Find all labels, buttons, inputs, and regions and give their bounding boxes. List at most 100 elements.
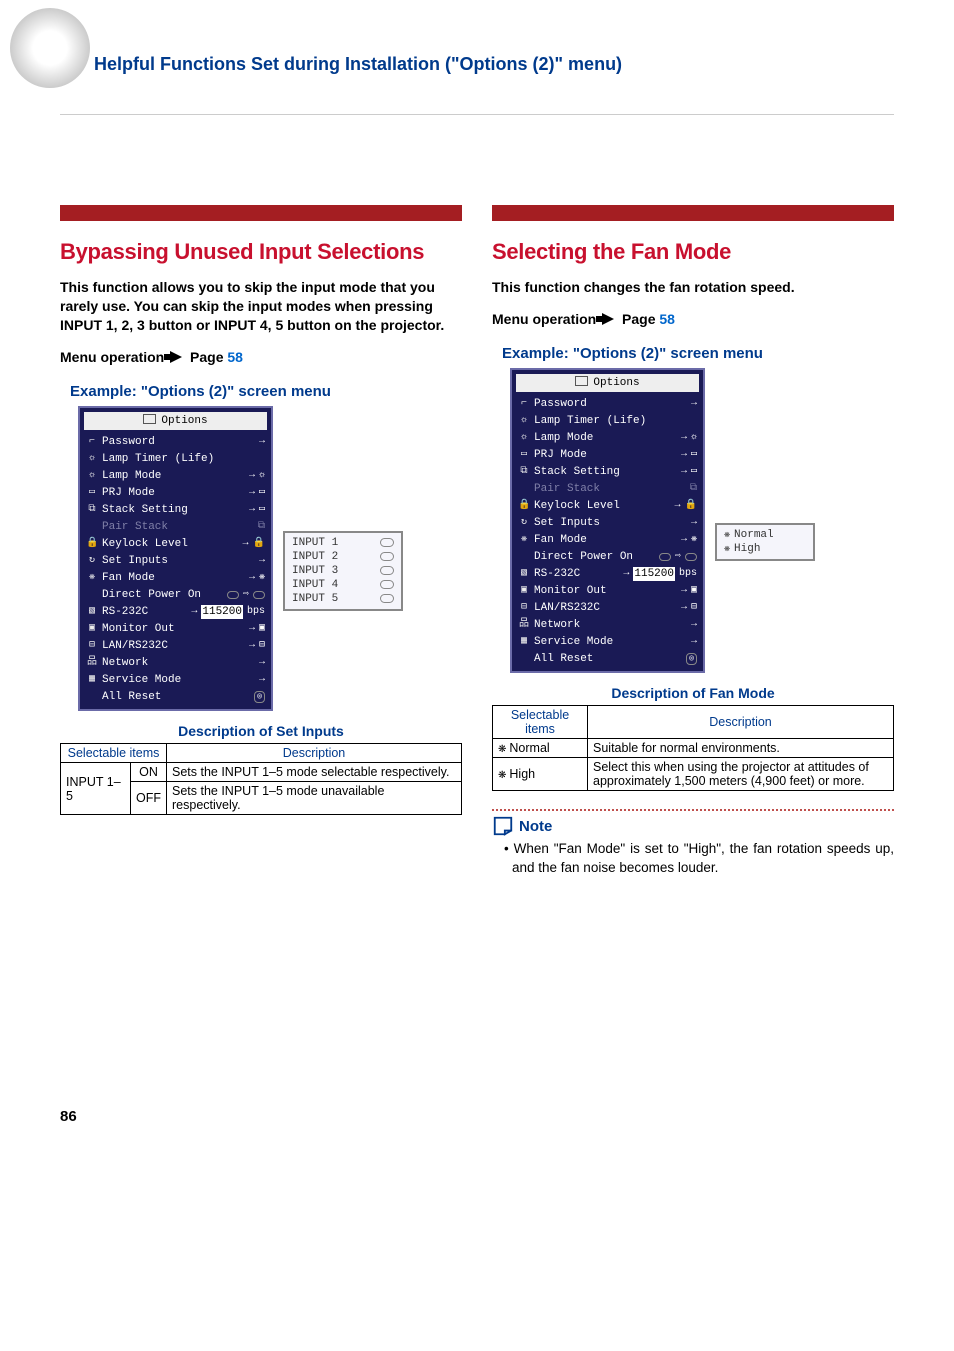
pill-icon	[227, 591, 239, 599]
osd-item-label: Lamp Timer (Life)	[102, 452, 265, 466]
osd-item-icon: ▦	[518, 635, 530, 648]
osd-extra-icon: ⊟	[691, 601, 697, 614]
osd-item-icon: ▭	[518, 448, 530, 461]
popup-item-label: Normal	[734, 529, 774, 541]
pill-icon	[253, 591, 265, 599]
osd-item: ⧉Stack Setting→▭	[84, 501, 267, 518]
fan-icon: ❋	[724, 529, 730, 541]
osd-item-label: Keylock Level	[534, 499, 671, 513]
osd-item-label: PRJ Mode	[102, 486, 245, 500]
osd-item-icon: ▣	[86, 622, 98, 635]
arrow-icon: →	[681, 465, 687, 478]
direction-icon: ⇨	[243, 588, 249, 601]
menu-operation-line: Menu operation Page 58	[492, 311, 894, 327]
pill-icon	[380, 594, 394, 603]
arrow-icon: →	[681, 584, 687, 597]
arrow-icon: →	[249, 469, 255, 482]
osd-item: ☼Lamp Mode→☼	[84, 467, 267, 484]
osd-item-label: Fan Mode	[102, 571, 245, 585]
osd-item-label: Fan Mode	[534, 533, 677, 547]
osd-item-label: Set Inputs	[102, 554, 255, 568]
osd-item: ▣Monitor Out→▣	[516, 582, 699, 599]
popup-item: INPUT 1	[288, 536, 398, 550]
osd-item-icon: ❋	[86, 571, 98, 584]
popup-item: INPUT 2	[288, 550, 398, 564]
osd-highlight: 115200	[633, 567, 675, 581]
osd-item-label: LAN/RS232C	[534, 601, 677, 615]
osd-item-label: Stack Setting	[102, 503, 245, 517]
note-label-text: Note	[519, 818, 552, 835]
osd-item-label: RS-232C	[102, 605, 187, 619]
osd-item-icon: 🔒	[86, 537, 98, 550]
inputs-popup: INPUT 1INPUT 2INPUT 3INPUT 4INPUT 5	[283, 531, 403, 611]
osd-highlight: 115200	[201, 605, 243, 619]
osd-item: ☼Lamp Timer (Life)	[84, 450, 267, 467]
osd-item: ▧RS-232C→115200bps	[516, 565, 699, 582]
osd-extra-icon: ▭	[259, 503, 265, 516]
popup-item: ❋High	[720, 542, 810, 556]
osd-item-label: LAN/RS232C	[102, 639, 245, 653]
osd-item-icon: ▧	[518, 567, 530, 580]
section-title: Bypassing Unused Input Selections	[60, 239, 462, 264]
arrow-icon: →	[691, 635, 697, 648]
osd-item-label: Monitor Out	[534, 584, 677, 598]
osd-extra-icon: ❋	[691, 533, 697, 546]
osd-title: Options	[516, 374, 699, 392]
th-selectable: Selectable items	[61, 744, 167, 763]
osd-extra-icon: ⧉	[258, 520, 265, 533]
osd-item-icon: ☼	[518, 431, 530, 444]
osd-extra-icon: ☼	[691, 431, 697, 444]
td-high: ❋High	[493, 758, 588, 791]
osd-item-icon: ❋	[518, 533, 530, 546]
osd-extra-icon: bps	[679, 567, 697, 580]
osd-item: All Reset◎	[84, 688, 267, 705]
osd-item-label: Pair Stack	[102, 520, 254, 534]
popup-item: INPUT 3	[288, 564, 398, 578]
osd-item: ▭PRJ Mode→▭	[516, 446, 699, 463]
pill-icon	[380, 580, 394, 589]
osd-item-label: PRJ Mode	[534, 448, 677, 462]
arrow-icon: →	[681, 448, 687, 461]
osd-item-icon: ⊟	[86, 639, 98, 652]
td-item: INPUT 1–5	[61, 763, 131, 815]
osd-item-label: Password	[102, 435, 255, 449]
popup-item-label: INPUT 3	[292, 565, 338, 577]
osd-item-label: Direct Power On	[102, 588, 223, 602]
arrow-icon	[170, 351, 182, 363]
osd-item-label: Stack Setting	[534, 465, 677, 479]
osd-item-label: Keylock Level	[102, 537, 239, 551]
popup-item: ❋ Normal	[720, 528, 810, 542]
osd-item-label: All Reset	[534, 652, 682, 666]
menu-op-label: Menu operation	[60, 349, 164, 365]
arrow-icon: →	[249, 571, 255, 584]
osd-menu: Options ⌐Password→☼Lamp Timer (Life)☼Lam…	[78, 406, 273, 711]
osd-title: Options	[84, 412, 267, 430]
arrow-icon: →	[259, 554, 265, 567]
section-title: Selecting the Fan Mode	[492, 239, 894, 264]
osd-item-icon: ⧉	[86, 503, 98, 516]
osd-item: Pair Stack ⧉	[84, 518, 267, 535]
osd-item-label: Network	[534, 618, 687, 632]
page-number: 86	[60, 1108, 77, 1125]
osd-item-label: Pair Stack	[534, 482, 686, 496]
th-selectable: Selectable items	[493, 706, 588, 739]
osd-item-icon: ↻	[86, 554, 98, 567]
osd-item-icon: ⌐	[86, 435, 98, 448]
osd-extra-icon: ⧉	[690, 482, 697, 495]
td-normal-label: Normal	[509, 741, 549, 755]
osd-item-icon: ⊟	[518, 601, 530, 614]
osd-item: All Reset◎	[516, 650, 699, 667]
osd-item-icon: 品	[86, 656, 98, 669]
arrow-icon: →	[691, 618, 697, 631]
example-heading: Example: "Options (2)" screen menu	[70, 383, 462, 400]
td-off: OFF	[131, 782, 167, 815]
arrow-icon: →	[691, 397, 697, 410]
page-ref-link[interactable]: 58	[227, 349, 243, 365]
osd-extra-icon: bps	[247, 605, 265, 618]
osd-item: ⌐Password→	[516, 395, 699, 412]
osd-extra-icon: ▣	[259, 622, 265, 635]
page-ref-link[interactable]: 58	[659, 311, 675, 327]
osd-item-icon: ☼	[86, 469, 98, 482]
osd-item: ❋Fan Mode→❋	[516, 531, 699, 548]
arrow-icon: →	[675, 499, 681, 512]
